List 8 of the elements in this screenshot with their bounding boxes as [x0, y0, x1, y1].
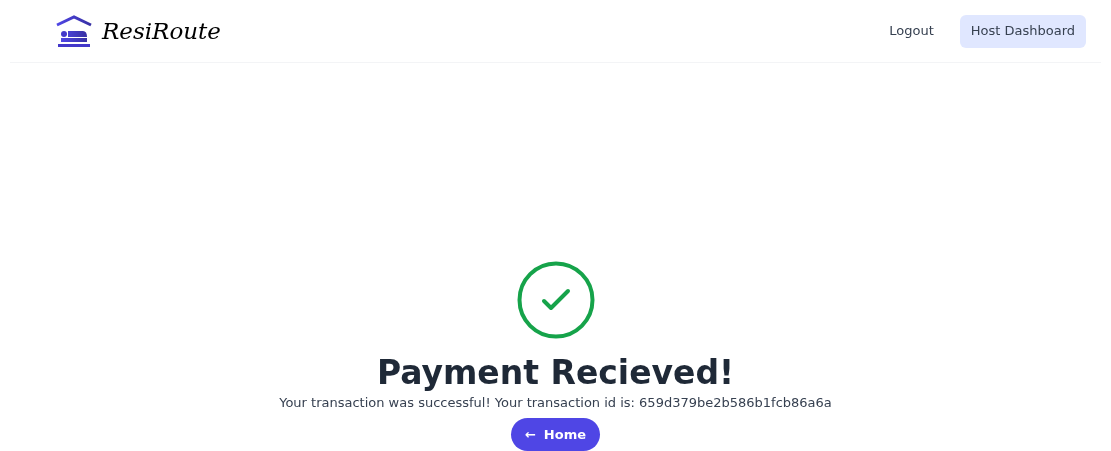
- payment-title: Payment Recieved!: [376, 353, 735, 393]
- home-button[interactable]: ← Home: [510, 418, 601, 451]
- house-bed-logo-icon: [56, 15, 92, 47]
- transaction-message: Your transaction was successful! Your transaction id is: 659d379be2b586b1fcb86a6a: [279, 394, 832, 412]
- host-dashboard-button[interactable]: Host Dashboard: [959, 14, 1086, 48]
- brand-name: ResiRoute: [102, 16, 221, 46]
- logout-link[interactable]: Logout: [871, 21, 952, 41]
- success-check-icon: [516, 261, 595, 339]
